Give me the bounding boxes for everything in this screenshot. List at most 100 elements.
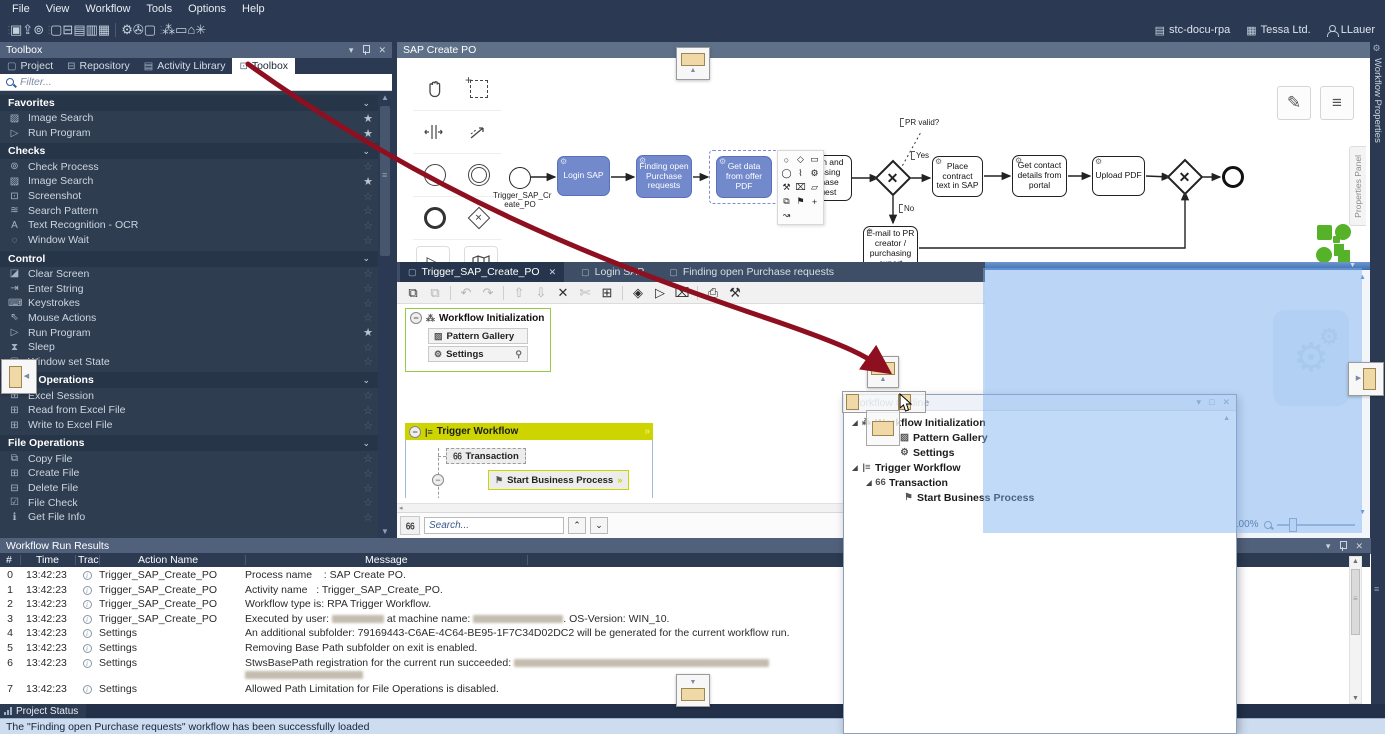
settings-icon[interactable]: ⚙ — [121, 22, 133, 37]
col-action[interactable]: Action Name — [138, 554, 198, 566]
dropdown-icon[interactable]: ▾ — [1326, 541, 1331, 552]
move-down-icon[interactable]: ⇩ — [530, 285, 552, 301]
menu-file[interactable]: File — [4, 2, 38, 16]
context-pad-arrow-icon[interactable]: ↝ — [780, 209, 793, 222]
theme-brush-button[interactable]: ✎ — [1277, 86, 1311, 120]
star-empty-icon[interactable]: ☆ — [363, 452, 373, 465]
monitor-icon[interactable]: ▭ — [175, 22, 187, 37]
task-finding-open-purch[interactable]: ⚙Finding open Purchase requests — [636, 155, 692, 198]
editor-tab-login-sap[interactable]: ▢Login SAP — [573, 262, 652, 282]
transaction-activity[interactable]: 66 Transaction — [446, 448, 526, 464]
star-empty-icon[interactable]: ☆ — [363, 267, 373, 280]
scroll-thumb[interactable] — [380, 106, 390, 256]
context-pad-connector-icon[interactable]: ⌇ — [794, 167, 807, 180]
scroll-thumb[interactable] — [1351, 569, 1360, 635]
section-control[interactable]: Control⌄ — [0, 251, 378, 267]
expand-chevrons-icon[interactable]: » — [617, 475, 621, 486]
activity-run-program[interactable]: ▷Run Program★ — [0, 325, 378, 340]
dock-top-indicator[interactable]: ▲ — [676, 47, 710, 80]
star-empty-icon[interactable]: ☆ — [363, 482, 373, 495]
col-time[interactable]: Time — [36, 554, 59, 566]
diagram-menu-button[interactable]: ≡ — [1320, 86, 1354, 120]
redo-icon[interactable]: ↷ — [477, 285, 499, 301]
editor-tab-finding-open-purchase-requests[interactable]: ▢Finding open Purchase requests — [661, 262, 842, 282]
tab-toolbox[interactable]: ⊡Toolbox — [232, 58, 295, 74]
dock-left-indicator[interactable]: ◀ — [1, 359, 37, 394]
context-pad-rectangle-icon[interactable]: ▭ — [808, 153, 821, 166]
star-empty-icon[interactable]: ☆ — [363, 404, 373, 417]
editor-tab-trigger-sap-create-po[interactable]: ▢Trigger_SAP_Create_PO✕ — [400, 262, 564, 282]
start-business-process-activity[interactable]: ⚑ Start Business Process » — [488, 470, 629, 490]
collapse-icon[interactable]: − — [409, 426, 421, 438]
chevron-down-icon[interactable]: ⌄ — [362, 375, 370, 386]
star-empty-icon[interactable]: ☆ — [363, 341, 373, 354]
results-scrollbar[interactable]: ▲ ▼ — [1349, 556, 1362, 704]
activity-clear-screen[interactable]: ◪Clear Screen☆ — [0, 267, 378, 282]
section-excel-operations[interactable]: Excel Operations⌄ — [0, 372, 378, 388]
delete-icon[interactable]: ✕ — [552, 285, 574, 301]
star-empty-icon[interactable]: ☆ — [363, 190, 373, 203]
star-empty-icon[interactable]: ☆ — [363, 355, 373, 368]
context-pad-wrench-icon[interactable]: ⚒ — [780, 181, 793, 194]
dropdown-icon[interactable]: ▾ — [349, 45, 354, 56]
end-event[interactable] — [1222, 166, 1244, 188]
trigger-workflow-block[interactable]: − |≡ Trigger Workflow » 66 Transaction − — [405, 423, 653, 498]
col-message[interactable]: Message — [365, 554, 408, 566]
star-empty-icon[interactable]: ☆ — [363, 389, 373, 402]
star-filled-icon[interactable]: ★ — [363, 112, 373, 125]
star-filled-icon[interactable]: ★ — [363, 175, 373, 188]
cut-icon[interactable]: ✄ — [574, 285, 596, 301]
star-empty-icon[interactable]: ☆ — [363, 282, 373, 295]
pin-icon[interactable] — [1339, 541, 1346, 551]
context-pad-circle-icon[interactable]: ○ — [780, 153, 793, 166]
context-pad-circle-thick-icon[interactable]: ◯ — [780, 167, 793, 180]
connections-icon[interactable]: ⁂ — [162, 22, 175, 37]
new-document-icon[interactable]: ▢ — [50, 22, 62, 37]
open-repository-icon[interactable]: ⊟ — [62, 22, 73, 37]
task-login-sap[interactable]: ⚙Login SAP — [557, 156, 610, 196]
activity-read-from-excel-file[interactable]: ⊞Read from Excel File☆ — [0, 403, 378, 418]
activity-window-wait[interactable]: ◌Window Wait☆ — [0, 233, 378, 248]
chevron-down-icon[interactable]: ⌄ — [362, 146, 370, 157]
save-icon[interactable]: ▣ — [10, 22, 22, 37]
section-file-operations[interactable]: File Operations⌄ — [0, 435, 378, 451]
star-empty-icon[interactable]: ☆ — [363, 219, 373, 232]
pattern-gallery-button[interactable]: ▨ Pattern Gallery — [428, 328, 528, 344]
dock-tab-left[interactable] — [846, 394, 859, 410]
project-status-tab[interactable]: Project Status — [0, 704, 86, 718]
scroll-up-icon[interactable]: ▲ — [378, 92, 392, 104]
activity-get-file-info[interactable]: ℹGet File Info☆ — [0, 510, 378, 525]
activity-image-search[interactable]: ▨Image Search★ — [0, 111, 378, 126]
tab-activity-library[interactable]: ▤Activity Library — [137, 58, 233, 74]
print-icon[interactable]: ⎙ — [702, 285, 724, 301]
activity-copy-file[interactable]: ⧉Copy File☆ — [0, 451, 378, 466]
task-get-data-from-offe[interactable]: ⚙Get data from offer PDF — [716, 156, 772, 198]
transport-icon[interactable]: ⊞ — [596, 285, 618, 301]
dock-tab-top-indicator[interactable]: ▲ — [867, 356, 899, 388]
filter-input[interactable]: Filter... — [20, 76, 52, 88]
activity-screenshot[interactable]: ⊡Screenshot☆ — [0, 189, 378, 204]
star-empty-icon[interactable]: ☆ — [363, 297, 373, 310]
workflow-initialization-group[interactable]: − ⁂ Workflow Initialization ▨ Pattern Ga… — [405, 308, 551, 372]
star-filled-icon[interactable]: ★ — [363, 326, 373, 339]
task-upload-pdf[interactable]: ⚙Upload PDF — [1092, 156, 1145, 196]
context-pad-bookmark-icon[interactable]: ⚑ — [794, 195, 807, 208]
tools-star-icon[interactable]: ✳ — [195, 22, 206, 37]
star-filled-icon[interactable]: ★ — [363, 127, 373, 140]
section-checks[interactable]: Checks⌄ — [0, 143, 378, 159]
search-input[interactable]: Search... — [424, 517, 564, 534]
validate-icon[interactable]: ⊚ — [33, 22, 44, 37]
user-indicator[interactable]: LLauer — [1327, 24, 1375, 36]
diagram-surface[interactable]: ▷ Trigger_SAP_Create_PO⚙Login SAP⚙Findin… — [397, 58, 1370, 262]
menu-help[interactable]: Help — [234, 2, 273, 16]
package-icon[interactable]: ▦ — [98, 22, 110, 37]
task-get-contact-detail[interactable]: ⚙Get contact details from portal — [1012, 155, 1067, 197]
properties-panel-tab[interactable]: Properties Panel — [1349, 146, 1366, 226]
star-empty-icon[interactable]: ☆ — [363, 160, 373, 173]
col-num[interactable]: # — [6, 554, 12, 566]
dock-bottom-indicator[interactable]: ▼ — [676, 674, 710, 707]
tab-repository[interactable]: ⊟Repository — [60, 58, 137, 74]
activity-window-set-state[interactable]: ▢Window set State☆ — [0, 355, 378, 370]
move-up-icon[interactable]: ⇧ — [508, 285, 530, 301]
task-place-contract-tex[interactable]: ⚙Place contract text in SAP — [932, 156, 983, 197]
